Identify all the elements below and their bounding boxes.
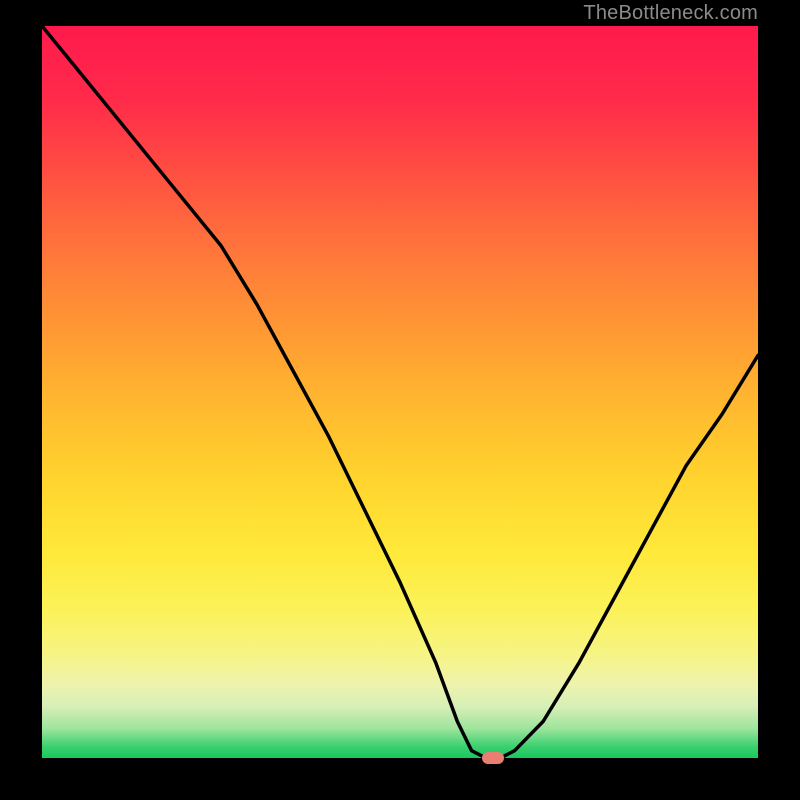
chart-frame: TheBottleneck.com <box>0 0 800 800</box>
watermark-text: TheBottleneck.com <box>583 2 758 25</box>
plot-area <box>42 26 758 758</box>
optimum-marker <box>482 752 504 764</box>
bottleneck-curve <box>42 26 758 758</box>
